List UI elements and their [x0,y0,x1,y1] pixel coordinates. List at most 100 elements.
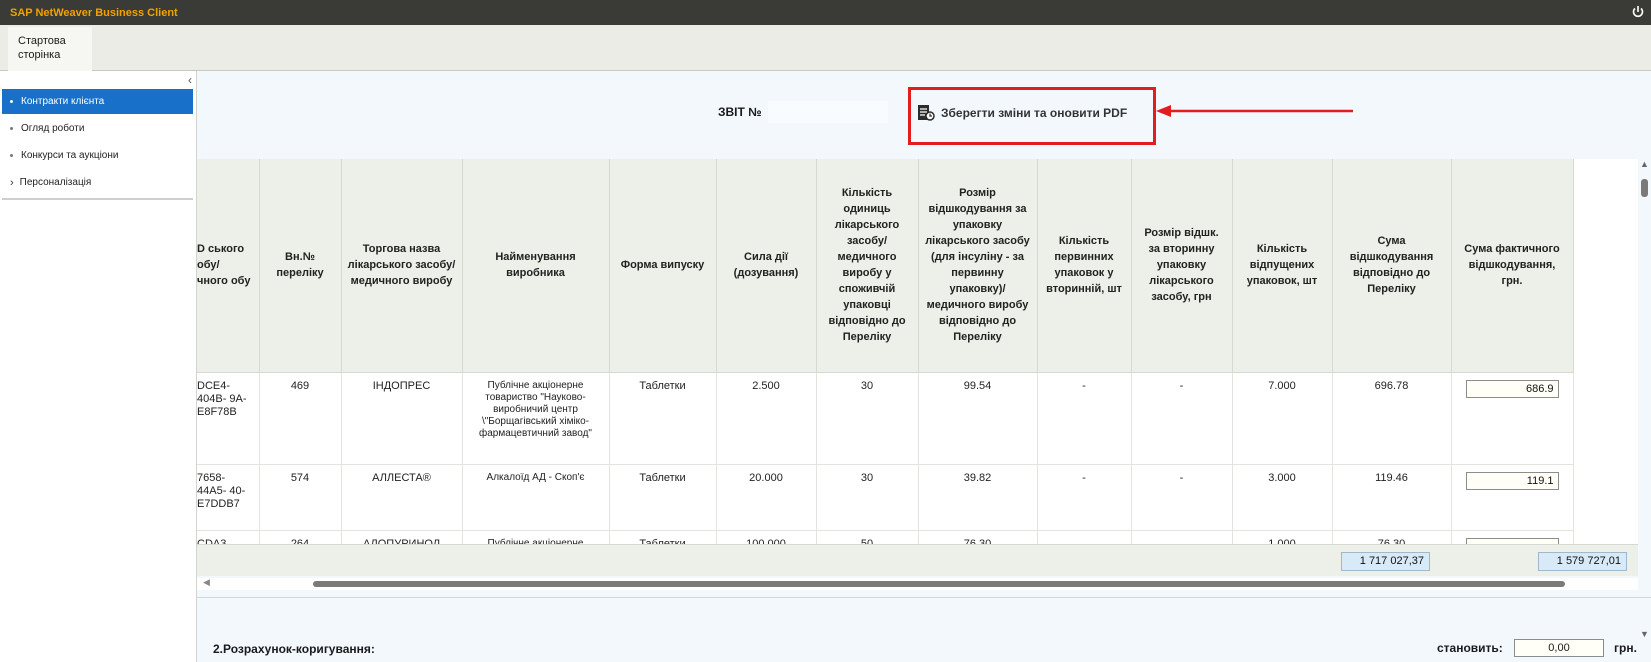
tab-home[interactable]: Стартова сторінка [8,27,92,71]
col-header-number: Вн.№ переліку [259,159,342,373]
total-sum: 1 717 027,37 [1341,552,1430,571]
cell-manufacturer: Алкалоїд АД - Скоп'є [462,464,610,531]
cell-manufacturer: Публічне акціонерне товариство "Науково-… [462,372,610,465]
cell-actual-sum: 686.9 [1451,372,1574,465]
col-header-units: Кількість одиниць лікарського засобу/ ме… [816,159,919,373]
cell-number: 469 [259,372,342,465]
actual-sum-input[interactable]: 686.9 [1465,379,1559,398]
scroll-up-icon[interactable]: ▲ [1640,159,1649,169]
cell-actual-sum: 119.1 [1451,464,1574,531]
cell-dosage: 20.000 [716,464,817,531]
scroll-left-icon[interactable]: ◀ [203,577,210,588]
cell-primary-packs: - [1037,372,1132,465]
annotation-arrow-icon [1156,105,1353,117]
cell-sum: 696.78 [1332,372,1452,465]
annotation-highlight-box [908,87,1156,145]
adjustment-input[interactable]: 0,00 [1514,639,1604,657]
horizontal-scrollbar[interactable]: ◀ [197,577,1641,590]
cell-rate: 99.54 [918,372,1038,465]
scrollbar-thumb[interactable] [313,581,1565,587]
cell-quantity: 1.000 [1232,530,1333,544]
main-content: ЗВІТ № Зберегти зміни та оновити PDF D с… [197,71,1651,662]
col-header-manufacturer: Найменування виробника [462,159,610,373]
sidebar-nav: Контракти клієнта Огляд роботи Конкурси … [0,89,195,200]
cell-secondary-rate: - [1131,464,1233,531]
currency-label: грн. [1614,641,1637,655]
cell-rate: 76.30 [918,530,1038,544]
section-title: 2.Розрахунок-коригування: [213,642,375,656]
cell-number: 264 [259,530,342,544]
sidebar-divider [2,198,193,200]
scrollbar-thumb[interactable] [1641,179,1648,197]
sidebar: ‹ Контракти клієнта Огляд роботи Конкурс… [0,71,197,662]
chevron-right-icon: › [10,176,14,189]
report-table: D ського обу/ чного обу Вн.№ переліку То… [197,159,1641,544]
cell-secondary-rate: - [1131,372,1233,465]
sidebar-item-label: Огляд роботи [21,123,85,134]
cell-units: 30 [816,372,919,465]
cell-number: 574 [259,464,342,531]
col-header-quantity: Кількість відпущених упаковок, шт [1232,159,1333,373]
col-header-id: D ського обу/ чного обу [197,159,260,373]
adjustment-label: становить: [1437,641,1503,655]
scroll-down-icon[interactable]: ▼ [1640,629,1649,639]
col-header-actual-sum: Сума фактичного відшкодування, грн. [1451,159,1574,373]
cell-units: 30 [816,464,919,531]
col-header-primary-packs: Кількість первинних упаковок у вторинній… [1037,159,1132,373]
cell-rate: 39.82 [918,464,1038,531]
cell-actual-sum [1451,530,1574,544]
bullet-icon [10,100,13,103]
table-row: 7658- 44A5- 40- E7DDB7 574 АЛЛЕСТА® Алка… [197,464,1574,531]
app-title: SAP NetWeaver Business Client [10,6,178,19]
cell-primary-packs: - [1037,464,1132,531]
sidebar-item-work-overview[interactable]: Огляд роботи [2,116,193,141]
sidebar-item-personalization[interactable]: › Персоналізація [2,170,193,195]
col-header-dosage: Сила дії (дозування) [716,159,817,373]
bullet-icon [10,154,13,157]
bullet-icon [10,127,13,130]
sidebar-item-client-contracts[interactable]: Контракти клієнта [2,89,193,114]
section-divider [197,597,1651,598]
totals-row: 1 717 027,37 1 579 727,01 [197,544,1641,576]
sidebar-item-label: Конкурси та аукціони [21,150,119,161]
cell-form: Таблетки [609,530,717,544]
cell-form: Таблетки [609,464,717,531]
power-icon[interactable] [1631,5,1645,19]
col-header-form: Форма випуску [609,159,717,373]
cell-primary-packs [1037,530,1132,544]
cell-secondary-rate [1131,530,1233,544]
vertical-scrollbar[interactable]: ▲ ▼ [1638,159,1651,649]
cell-trade-name: ІНДОПРЕС [341,372,463,465]
collapse-sidebar-icon[interactable]: ‹ [188,73,192,87]
cell-id: DCE4- 404B- 9A- E8F78B [197,372,260,465]
report-title: ЗВІТ № [718,105,762,119]
table-header-row: D ського обу/ чного обу Вн.№ переліку То… [197,159,1574,373]
cell-units: 50 [816,530,919,544]
sidebar-item-tenders[interactable]: Конкурси та аукціони [2,143,193,168]
cell-dosage: 100.000 [716,530,817,544]
sidebar-item-label: Персоналізація [19,177,92,188]
cell-quantity: 7.000 [1232,372,1333,465]
cell-id: CDA3 [197,530,260,544]
col-header-secondary-rate: Розмір відшк. за вторинну упаковку лікар… [1131,159,1233,373]
cell-id: 7658- 44A5- 40- E7DDB7 [197,464,260,531]
cell-sum: 119.46 [1332,464,1452,531]
actual-sum-input[interactable]: 119.1 [1465,471,1559,490]
cell-trade-name: АЛОПУРИНОЛ [341,530,463,544]
col-header-sum: Сума відшкодування відповідно до Перелік… [1332,159,1452,373]
sidebar-item-label: Контракти клієнта [21,96,105,107]
cell-trade-name: АЛЛЕСТА® [341,464,463,531]
cell-dosage: 2.500 [716,372,817,465]
total-actual-sum: 1 579 727,01 [1538,552,1627,571]
cell-form: Таблетки [609,372,717,465]
cell-manufacturer: Публічне акціонерне [462,530,610,544]
tab-bar: Стартова сторінка [0,25,1651,71]
col-header-rate: Розмір відшкодування за упаковку лікарсь… [918,159,1038,373]
table-row: DCE4- 404B- 9A- E8F78B 469 ІНДОПРЕС Публ… [197,372,1574,465]
app-title-bar: SAP NetWeaver Business Client [0,0,1651,25]
table-row: CDA3 264 АЛОПУРИНОЛ Публічне акціонерне … [197,530,1574,544]
report-number-field [768,101,888,123]
cell-quantity: 3.000 [1232,464,1333,531]
col-header-trade-name: Торгова назва лікарського засобу/ медичн… [341,159,463,373]
cell-sum: 76.30 [1332,530,1452,544]
